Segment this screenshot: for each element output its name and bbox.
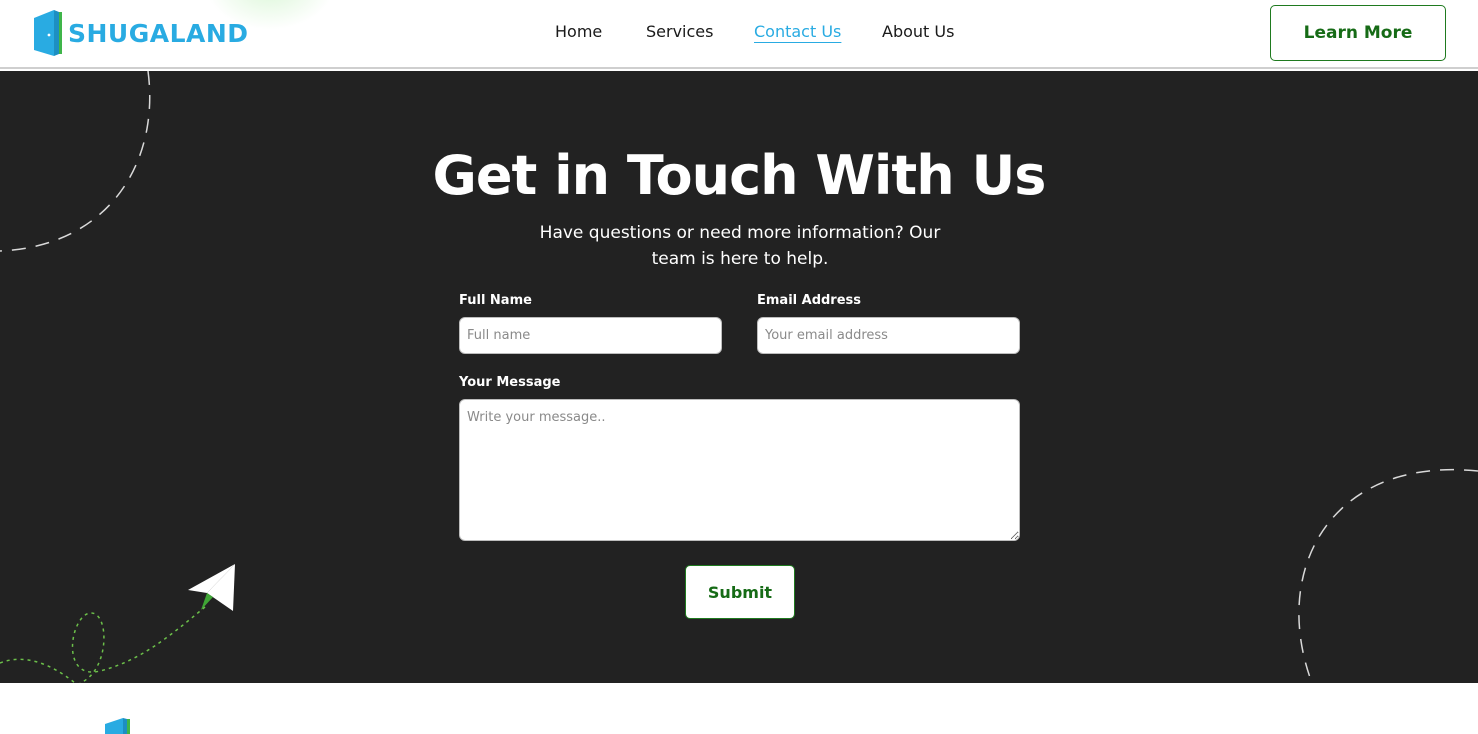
main-nav: Home Services Contact Us About Us: [0, 22, 1478, 46]
learn-more-button[interactable]: Learn More: [1270, 5, 1446, 61]
nav-home[interactable]: Home: [555, 22, 602, 41]
nav-contact-us[interactable]: Contact Us: [754, 22, 841, 41]
site-footer: [0, 683, 1478, 734]
page-title: Get in Touch With Us: [432, 144, 1047, 207]
site-header: SHUGALAND Home Services Contact Us About…: [0, 0, 1478, 69]
message-label: Your Message: [459, 375, 561, 390]
paper-plane-icon: [188, 564, 235, 611]
nav-services[interactable]: Services: [646, 22, 713, 41]
email-label: Email Address: [757, 293, 862, 308]
contact-section: Get in Touch With Us Have questions or n…: [0, 71, 1478, 683]
full-name-label: Full Name: [459, 293, 532, 308]
submit-button[interactable]: Submit: [685, 565, 795, 619]
email-input[interactable]: [757, 317, 1020, 354]
message-textarea[interactable]: [459, 399, 1020, 541]
footer-logo-icon: [105, 718, 130, 734]
nav-about-us[interactable]: About Us: [882, 22, 954, 41]
full-name-input[interactable]: [459, 317, 722, 354]
page-subtitle: Have questions or need more information?…: [539, 223, 941, 269]
